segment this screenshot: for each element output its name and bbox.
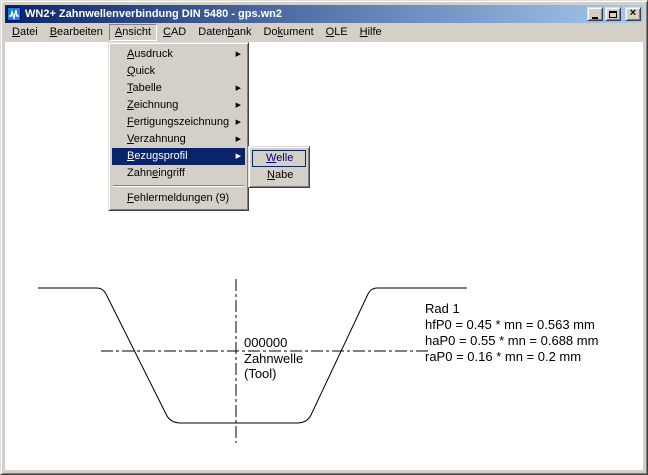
menu-separator [113, 185, 244, 187]
label-key: V [127, 133, 134, 145]
label-post: uick [136, 65, 156, 77]
center-label-tool: (Tool) [244, 366, 277, 381]
menu-datei[interactable]: Datei [6, 24, 44, 41]
menu-item-fehlermeldungen[interactable]: Fehlermeldungen (9) [112, 190, 245, 207]
window-title: WN2+ Zahnwellenverbindung DIN 5480 - gps… [25, 8, 585, 20]
label-post: abe [275, 169, 293, 181]
submenu-arrow-icon: ▶ [236, 97, 241, 114]
submenu-arrow-icon: ▶ [236, 80, 241, 97]
label-post: ehlermeldungen (9) [134, 192, 229, 204]
menu-dokument[interactable]: Dokument [257, 24, 319, 41]
label-post: erzahnung [134, 133, 186, 145]
annotation-hfp0: hfP0 = 0.45 * mn = 0.563 mm [425, 317, 595, 332]
maximize-icon [609, 11, 617, 18]
profile-drawing: 000000 Zahnwelle (Tool) Rad 1 hfP0 = 0.4… [5, 42, 645, 472]
menu-item-bezugsprofil[interactable]: Bezugsprofil ▶ [112, 148, 245, 165]
close-icon: × [630, 8, 636, 19]
menu-item-tabelle[interactable]: Tabelle ▶ [112, 80, 245, 97]
menu-item-ausdruck[interactable]: Ausdruck ▶ [112, 46, 245, 63]
submenu-arrow-icon: ▶ [236, 46, 241, 63]
menu-datenbank[interactable]: Datenbank [192, 24, 257, 41]
menu-item-zeichnung[interactable]: Zeichnung ▶ [112, 97, 245, 114]
menu-item-verzahnung[interactable]: Verzahnung ▶ [112, 131, 245, 148]
app-icon [7, 7, 21, 21]
menu-item-fertigungszeichnung[interactable]: Fertigungszeichnung ▶ [112, 114, 245, 131]
submenu-arrow-icon: ▶ [236, 131, 241, 148]
menu-hilfe[interactable]: Hilfe [354, 24, 388, 41]
label-post: ument [283, 26, 314, 38]
menu-item-zahneingriff[interactable]: Zahneingriff [112, 165, 245, 182]
center-label-id: 000000 [244, 335, 287, 350]
menu-cad[interactable]: CAD [157, 24, 192, 41]
submenu-item-nabe[interactable]: Nabe [252, 167, 306, 184]
titlebar: WN2+ Zahnwellenverbindung DIN 5480 - gps… [5, 5, 643, 23]
label-post: abelle [133, 82, 162, 94]
label-post: nsicht [122, 26, 151, 38]
close-button[interactable]: × [625, 7, 641, 21]
label-post: earbeiten [57, 26, 103, 38]
label-key: F [127, 116, 134, 128]
label-key: C [163, 26, 171, 38]
menu-ansicht[interactable]: Ansicht [109, 24, 157, 41]
bezugsprofil-submenu: Welle Nabe [248, 146, 310, 188]
menubar: Datei Bearbeiten Ansicht CAD Datenbank D… [5, 23, 643, 42]
ansicht-dropdown-menu: Ausdruck ▶ Quick Tabelle ▶ Zeichnung ▶ F… [108, 42, 249, 211]
label-key: N [267, 169, 275, 181]
menu-item-quick[interactable]: Quick [112, 63, 245, 80]
minimize-button[interactable] [587, 7, 603, 21]
center-label-zahnwelle: Zahnwelle [244, 351, 303, 366]
annotation-rad: Rad 1 [425, 301, 460, 316]
label-key: O [326, 26, 335, 38]
label-post: ilfe [368, 26, 382, 38]
label-post: ank [234, 26, 252, 38]
label-pre: Do [263, 26, 277, 38]
label-post: AD [171, 26, 186, 38]
label-key: Z [127, 99, 134, 111]
submenu-arrow-icon: ▶ [236, 114, 241, 131]
minimize-icon [592, 17, 598, 19]
label-key: H [360, 26, 368, 38]
label-post: ertigungszeichnung [134, 116, 229, 128]
label-post: elle [276, 152, 293, 164]
menu-bearbeiten[interactable]: Bearbeiten [44, 24, 109, 41]
label-key: F [127, 192, 134, 204]
label-post: atei [20, 26, 38, 38]
annotation-hap0: haP0 = 0.55 * mn = 0.688 mm [425, 333, 598, 348]
label-key: W [266, 152, 276, 164]
window-controls: × [585, 7, 641, 21]
app-window: WN2+ Zahnwellenverbindung DIN 5480 - gps… [0, 0, 648, 475]
label-post: ingriff [158, 167, 185, 179]
label-pre: Daten [198, 26, 227, 38]
label-key: B [50, 26, 57, 38]
label-key: D [12, 26, 20, 38]
label-pre: Zahn [127, 167, 152, 179]
menu-ole[interactable]: OLE [320, 24, 354, 41]
annotation-rap0: raP0 = 0.16 * mn = 0.2 mm [425, 349, 581, 364]
label-post: eichnung [134, 99, 179, 111]
submenu-arrow-icon: ▶ [236, 148, 241, 165]
maximize-button[interactable] [605, 7, 621, 21]
label-key: Q [127, 65, 136, 77]
label-post: ezugsprofil [134, 150, 187, 162]
submenu-item-welle[interactable]: Welle [252, 150, 306, 167]
drawing-canvas: 000000 Zahnwelle (Tool) Rad 1 hfP0 = 0.4… [5, 42, 643, 470]
label-post: usdruck [134, 48, 173, 60]
label-post: LE [334, 26, 347, 38]
